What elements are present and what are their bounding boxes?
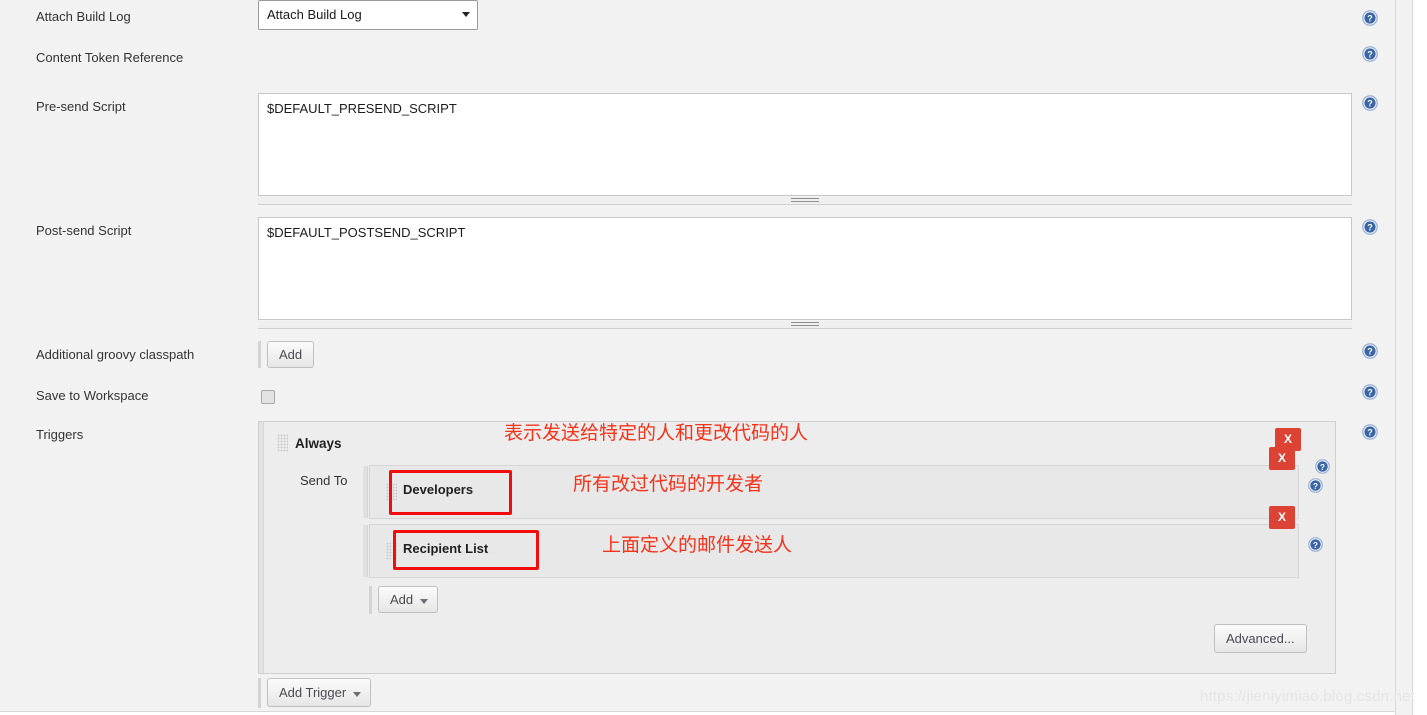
label-postsend-script: Post-send Script: [36, 223, 132, 238]
annotation-text-developers: 所有改过代码的开发者: [573, 473, 764, 495]
attach-build-log-selected-value: Attach Build Log: [267, 7, 362, 22]
help-circle-icon[interactable]: ?: [1362, 95, 1378, 111]
send-to-label: Send To: [300, 473, 348, 488]
help-circle-icon[interactable]: ?: [1362, 46, 1378, 62]
trigger-always-panel: Always X ? Send To Developers X ? Recipi…: [258, 421, 1336, 674]
watermark: https://jieniyimiao.blog.csdn.net: [1200, 688, 1416, 705]
trigger-drag-rail[interactable]: [259, 422, 264, 673]
button-left-guide: [369, 586, 372, 614]
svg-text:?: ?: [1313, 481, 1318, 491]
help-circle-icon[interactable]: ?: [1362, 424, 1378, 440]
svg-text:?: ?: [1367, 428, 1373, 438]
email-ext-config-page: Attach Build Log Attach Build Log ? Cont…: [0, 0, 1427, 715]
recipient-provider-list: Developers X ? Recipient List X ? Add: [363, 447, 1323, 614]
attach-build-log-select[interactable]: Attach Build Log: [258, 0, 478, 30]
chevron-down-icon: [420, 599, 429, 604]
add-groovy-classpath-button[interactable]: Add: [267, 341, 315, 368]
table-row: Developers X ?: [363, 447, 1323, 519]
recipient-drag-rail[interactable]: [363, 466, 368, 518]
recipient-name-label: Developers: [403, 482, 474, 497]
svg-text:?: ?: [1313, 540, 1318, 550]
chevron-down-icon: [462, 12, 470, 17]
bottom-divider: [0, 711, 1395, 715]
trigger-header: Always: [277, 434, 342, 452]
save-to-workspace-checkbox[interactable]: [261, 390, 275, 404]
drag-handle-icon[interactable]: [386, 483, 397, 501]
svg-text:?: ?: [1320, 462, 1325, 472]
trigger-title-label: Always: [295, 435, 342, 451]
right-white-gutter: [1413, 0, 1427, 715]
recipient-drag-rail[interactable]: [363, 525, 368, 577]
add-recipient-button[interactable]: Add: [378, 586, 439, 613]
svg-text:?: ?: [1367, 50, 1373, 60]
remove-recipient-button[interactable]: X: [1269, 506, 1295, 529]
add-trigger-label: Add Trigger: [279, 685, 347, 700]
svg-text:?: ?: [1367, 223, 1373, 233]
add-recipient-label: Add: [390, 592, 414, 607]
svg-text:?: ?: [1367, 347, 1373, 357]
label-groovy-classpath: Additional groovy classpath: [36, 347, 195, 362]
help-circle-icon[interactable]: ?: [1315, 459, 1331, 475]
chevron-down-icon: [353, 692, 362, 697]
postsend-script-textarea[interactable]: $DEFAULT_POSTSEND_SCRIPT: [258, 217, 1352, 320]
triggers-section: Always X ? Send To Developers X ? Recipi…: [258, 421, 1336, 708]
svg-text:?: ?: [1367, 14, 1373, 24]
label-content-token-reference: Content Token Reference: [36, 50, 184, 65]
label-triggers: Triggers: [36, 427, 84, 442]
right-divider-1: [1395, 0, 1396, 715]
presend-script-textarea[interactable]: $DEFAULT_PRESEND_SCRIPT: [258, 93, 1352, 196]
postsend-script-resize-grip[interactable]: [258, 321, 1352, 329]
add-trigger-button[interactable]: Add Trigger: [267, 678, 372, 707]
drag-handle-icon[interactable]: [277, 434, 288, 452]
table-row: Recipient List X ?: [363, 506, 1323, 578]
help-circle-icon[interactable]: ?: [1362, 343, 1378, 359]
label-presend-script: Pre-send Script: [36, 99, 126, 114]
presend-script-editor: $DEFAULT_PRESEND_SCRIPT: [258, 93, 1352, 205]
postsend-script-editor: $DEFAULT_POSTSEND_SCRIPT: [258, 217, 1352, 329]
recipient-name-label: Recipient List: [403, 541, 489, 556]
svg-text:?: ?: [1367, 388, 1373, 398]
annotation-text-recipient-list: 上面定义的邮件发送人: [602, 534, 793, 556]
remove-recipient-button[interactable]: X: [1269, 447, 1295, 470]
help-circle-icon[interactable]: ?: [1362, 384, 1378, 400]
help-circle-icon[interactable]: ?: [1308, 478, 1324, 494]
label-attach-build-log: Attach Build Log: [36, 9, 131, 24]
drag-handle-icon[interactable]: [386, 542, 397, 560]
advanced-button[interactable]: Advanced...: [1214, 624, 1307, 653]
button-left-guide: [258, 341, 261, 368]
presend-script-resize-grip[interactable]: [258, 197, 1352, 205]
button-left-guide: [258, 678, 261, 708]
help-circle-icon[interactable]: ?: [1308, 537, 1324, 553]
annotation-text-trigger: 表示发送给特定的人和更改代码的人: [504, 422, 809, 444]
help-circle-icon[interactable]: ?: [1362, 219, 1378, 235]
svg-text:?: ?: [1367, 99, 1373, 109]
label-save-to-workspace: Save to Workspace: [36, 388, 149, 403]
help-circle-icon[interactable]: ?: [1362, 10, 1378, 26]
